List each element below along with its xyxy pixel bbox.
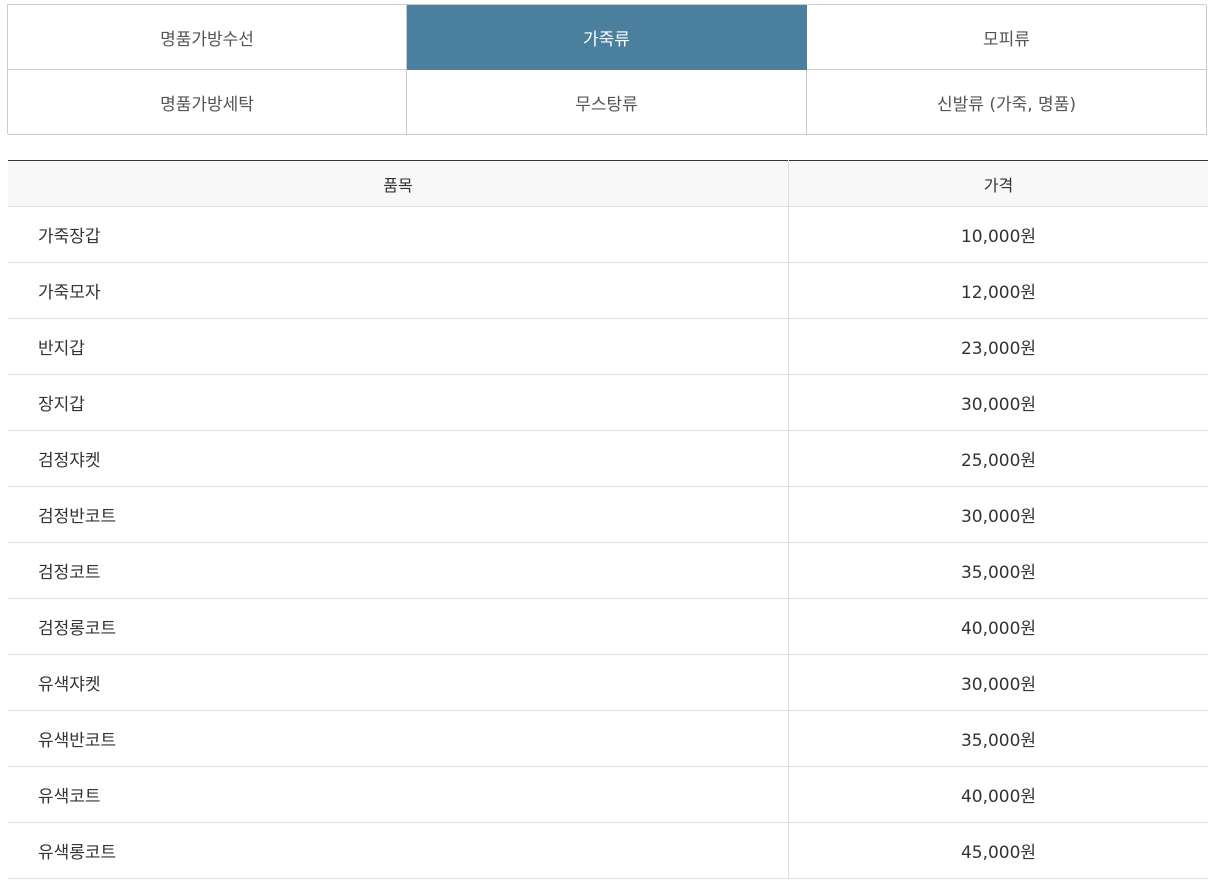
- item-price: 35,000원: [788, 542, 1208, 599]
- header-item: 품목: [8, 160, 789, 207]
- table-row: 검정롱코트 40,000원: [8, 598, 1208, 655]
- item-price: 40,000원: [788, 598, 1208, 655]
- tab-bag-cleaning[interactable]: 명품가방세탁: [8, 70, 407, 135]
- item-price: 30,000원: [788, 374, 1208, 431]
- table-header-row: 품목 가격: [8, 160, 1208, 207]
- item-name: 유색코트: [8, 766, 789, 823]
- item-name: 유색쟈켓: [8, 654, 789, 711]
- tab-bag-repair[interactable]: 명품가방수선: [8, 5, 407, 70]
- item-price: 30,000원: [788, 486, 1208, 543]
- item-name: 장지갑: [8, 374, 789, 431]
- item-name: 가죽장갑: [8, 206, 789, 263]
- tab-fur[interactable]: 모피류: [807, 5, 1207, 70]
- table-row: 검정반코트 30,000원: [8, 486, 1208, 543]
- item-name: 검정롱코트: [8, 598, 789, 655]
- item-name: 검정반코트: [8, 486, 789, 543]
- item-price: 40,000원: [788, 766, 1208, 823]
- item-price: 23,000원: [788, 318, 1208, 375]
- table-row: 유색반코트 35,000원: [8, 710, 1208, 767]
- item-price: 25,000원: [788, 430, 1208, 487]
- header-price: 가격: [788, 160, 1208, 207]
- table-row: 유색코트 40,000원: [8, 766, 1208, 823]
- table-row: 검정쟈켓 25,000원: [8, 430, 1208, 487]
- item-name: 가죽모자: [8, 262, 789, 319]
- item-price: 10,000원: [788, 206, 1208, 263]
- table-row: 유색롱코트 45,000원: [8, 822, 1208, 879]
- table-row: 장지갑 30,000원: [8, 374, 1208, 431]
- item-name: 유색반코트: [8, 710, 789, 767]
- item-name: 유색롱코트: [8, 822, 789, 879]
- table-row: 반지갑 23,000원: [8, 318, 1208, 375]
- tab-mustang[interactable]: 무스탕류: [407, 70, 807, 135]
- table-row: 가죽모자 12,000원: [8, 262, 1208, 319]
- category-tabs: 명품가방수선 가죽류 모피류 명품가방세탁 무스탕류 신발류 (가죽, 명품): [7, 4, 1207, 135]
- table-row: 가죽장갑 10,000원: [8, 206, 1208, 263]
- tab-leather[interactable]: 가죽류: [407, 5, 807, 70]
- table-row: 유색쟈켓 30,000원: [8, 654, 1208, 711]
- item-name: 검정코트: [8, 542, 789, 599]
- item-price: 30,000원: [788, 654, 1208, 711]
- price-table: 품목 가격 가죽장갑 10,000원 가죽모자 12,000원 반지갑 23,0…: [8, 160, 1208, 879]
- item-name: 반지갑: [8, 318, 789, 375]
- item-price: 45,000원: [788, 822, 1208, 879]
- item-price: 35,000원: [788, 710, 1208, 767]
- tab-shoes[interactable]: 신발류 (가죽, 명품): [807, 70, 1207, 135]
- table-row: 검정코트 35,000원: [8, 542, 1208, 599]
- item-price: 12,000원: [788, 262, 1208, 319]
- item-name: 검정쟈켓: [8, 430, 789, 487]
